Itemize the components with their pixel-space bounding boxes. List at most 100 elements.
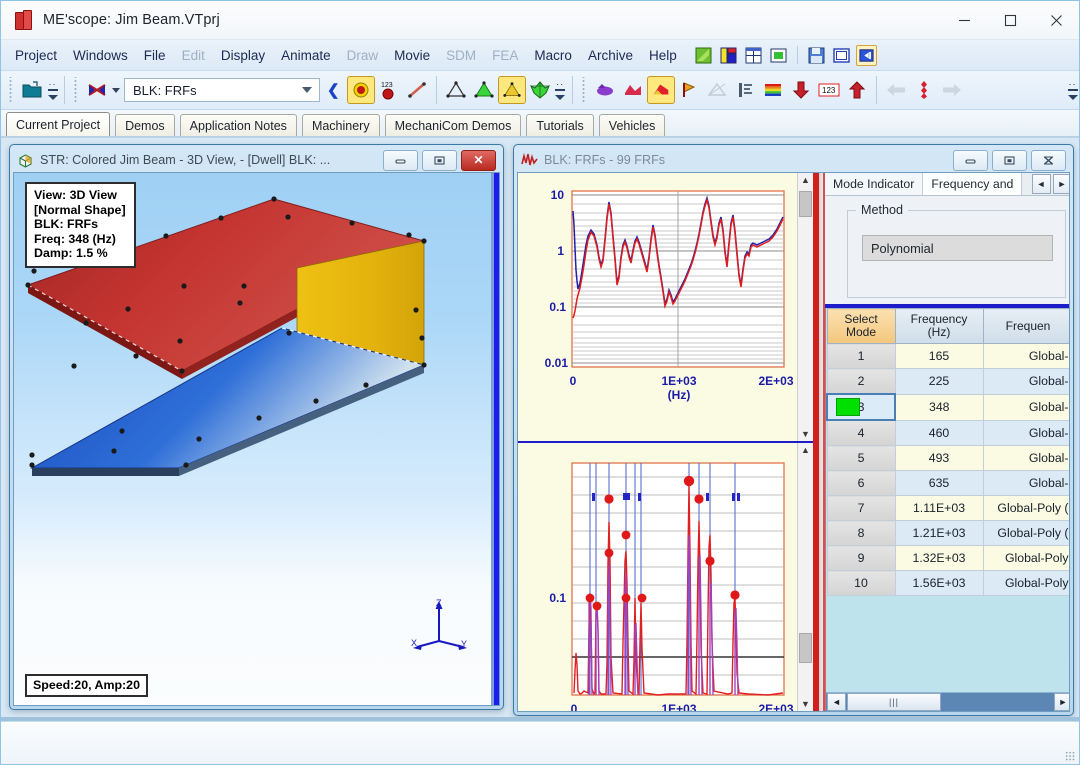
cmif-plot-vscrollbar[interactable]: ▲ ▼ bbox=[797, 443, 813, 711]
table-row[interactable]: 8 1.21E+03 Global-Poly ( bbox=[826, 520, 1069, 546]
hscroll-left-icon[interactable]: ◄ bbox=[827, 693, 846, 711]
method-value-field[interactable]: Polynomial bbox=[862, 235, 1053, 261]
menu-movie[interactable]: Movie bbox=[386, 45, 438, 66]
triangle-yellow-icon[interactable] bbox=[497, 76, 526, 104]
structure-restore-button[interactable] bbox=[422, 149, 457, 171]
cmif-scroll-down-icon[interactable]: ▼ bbox=[801, 697, 810, 711]
tab-current-project[interactable]: Current Project bbox=[6, 112, 111, 136]
toolbar-overflow-2[interactable]: ․․ bbox=[554, 75, 567, 105]
up-arrow-icon[interactable] bbox=[843, 76, 871, 104]
toolbar-grip-3[interactable] bbox=[580, 77, 588, 103]
dock-left-icon[interactable] bbox=[855, 44, 877, 66]
tab-next-icon[interactable]: ► bbox=[1052, 174, 1069, 194]
cell-mode[interactable]: 4 bbox=[826, 419, 896, 446]
tab-demos[interactable]: Demos bbox=[115, 114, 175, 136]
line-segment-icon[interactable] bbox=[403, 76, 431, 104]
table-row[interactable]: 2 225 Global- bbox=[826, 368, 1069, 395]
mesh-star-icon[interactable] bbox=[526, 76, 554, 104]
frf-scroll-down-icon[interactable]: ▼ bbox=[801, 427, 810, 441]
tab-application-notes[interactable]: Application Notes bbox=[179, 114, 297, 136]
structure-dropdown-arrow[interactable] bbox=[112, 87, 120, 93]
cell-mode[interactable]: 2 bbox=[826, 368, 896, 395]
triangle-outline-icon[interactable] bbox=[442, 76, 470, 104]
cmif-scroll-thumb[interactable] bbox=[799, 633, 812, 663]
red-shape-icon[interactable] bbox=[619, 76, 647, 104]
menu-project[interactable]: Project bbox=[7, 45, 65, 66]
structure-close-button[interactable]: ✕ bbox=[461, 149, 496, 171]
triangle-green-icon[interactable] bbox=[470, 76, 498, 104]
menu-file[interactable]: File bbox=[136, 45, 174, 66]
table-row[interactable]: 6 635 Global- bbox=[826, 470, 1069, 496]
tile-windows-icon[interactable] bbox=[743, 45, 764, 66]
chevron-down-icon[interactable] bbox=[302, 87, 312, 93]
numbered-points-icon[interactable]: 123 bbox=[375, 76, 403, 104]
table-row-selected[interactable]: 3 348 Global- bbox=[826, 393, 1069, 421]
table-row[interactable]: 1 165 Global- bbox=[826, 343, 1069, 369]
cell-mode-selected[interactable]: 3 bbox=[826, 393, 896, 421]
open-folder-icon[interactable] bbox=[18, 76, 46, 104]
tab-mode-indicator[interactable]: Mode Indicator bbox=[825, 173, 924, 195]
table-row[interactable]: 10 1.56E+03 Global-Poly bbox=[826, 570, 1069, 596]
toolbar-overflow-3[interactable]: ․․ bbox=[1066, 75, 1079, 105]
menu-archive[interactable]: Archive bbox=[580, 45, 641, 66]
blk-restore-button[interactable] bbox=[992, 149, 1027, 171]
structure-minimize-button[interactable] bbox=[383, 149, 418, 171]
orange-flag-icon[interactable] bbox=[675, 76, 703, 104]
maximize-button[interactable] bbox=[987, 2, 1033, 39]
block-selector-combo[interactable]: BLK: FRFs bbox=[124, 78, 320, 102]
frf-scroll-thumb[interactable] bbox=[799, 191, 812, 217]
cmif-scroll-up-icon[interactable]: ▲ bbox=[801, 443, 810, 457]
cell-mode[interactable]: 5 bbox=[826, 445, 896, 471]
cell-mode[interactable]: 1 bbox=[826, 343, 896, 369]
tab-frequency-and[interactable]: Frequency and bbox=[923, 173, 1023, 195]
tab-tutorials[interactable]: Tutorials bbox=[526, 114, 594, 136]
blue-window-icon[interactable] bbox=[831, 45, 852, 66]
menu-display[interactable]: Display bbox=[213, 45, 273, 66]
blk-minimize-button[interactable] bbox=[953, 149, 988, 171]
modes-table-hscrollbar[interactable]: ◄ ||| ► bbox=[826, 692, 1069, 711]
header-frequency-third[interactable]: Frequen bbox=[982, 308, 1069, 344]
red-yellow-shape-icon[interactable] bbox=[646, 76, 675, 104]
table-row[interactable]: 5 493 Global- bbox=[826, 445, 1069, 471]
list-lines-icon[interactable] bbox=[731, 76, 759, 104]
header-select-mode[interactable]: Frequency SelectMode bbox=[826, 308, 896, 344]
down-arrow-icon[interactable] bbox=[787, 76, 815, 104]
toolbar-grip-2[interactable] bbox=[73, 77, 80, 103]
frf-overlay-plot[interactable]: Log Magnitude (g)/(lbf) M#1 ... bbox=[518, 173, 813, 443]
close-button[interactable] bbox=[1033, 2, 1079, 39]
menu-macro[interactable]: Macro bbox=[526, 45, 580, 66]
numeric-123-icon[interactable]: 123 bbox=[815, 76, 843, 104]
tab-machinery[interactable]: Machinery bbox=[301, 114, 380, 136]
tab-prev-icon[interactable]: ◄ bbox=[1031, 174, 1051, 194]
menu-windows[interactable]: Windows bbox=[65, 45, 136, 66]
3d-viewport[interactable]: View: 3D View [Normal Shape] BLK: FRFs F… bbox=[14, 173, 499, 705]
window-resize-grip[interactable] bbox=[1065, 751, 1075, 761]
toolbar-overflow-1[interactable]: ․․ bbox=[46, 75, 59, 105]
purple-shape-icon[interactable] bbox=[591, 76, 619, 104]
cell-mode[interactable]: 6 bbox=[826, 470, 896, 496]
cell-mode[interactable]: 7 bbox=[826, 495, 896, 521]
blk-close-button[interactable] bbox=[1031, 149, 1066, 171]
hscroll-right-icon[interactable]: ► bbox=[1053, 693, 1069, 711]
table-row[interactable]: 4 460 Global- bbox=[826, 419, 1069, 446]
previous-button[interactable]: ❮ bbox=[320, 81, 347, 99]
minimize-button[interactable] bbox=[941, 2, 987, 39]
hscroll-thumb[interactable]: ||| bbox=[847, 693, 941, 711]
frf-plot-vscrollbar[interactable]: ▲ ▼ bbox=[797, 173, 813, 441]
tab-vehicles[interactable]: Vehicles bbox=[598, 114, 666, 136]
toolbar-grip[interactable] bbox=[8, 77, 15, 103]
save-layout-icon[interactable] bbox=[806, 45, 827, 66]
green-sheet-icon[interactable] bbox=[693, 45, 714, 66]
header-frequency[interactable]: Frequency (Hz) bbox=[894, 308, 984, 344]
green-screen-icon[interactable] bbox=[768, 45, 789, 66]
bowtie-structure-icon[interactable] bbox=[83, 76, 111, 104]
red-diamonds-icon[interactable] bbox=[910, 76, 938, 104]
cell-mode[interactable]: 9 bbox=[826, 545, 896, 571]
cell-mode[interactable]: 10 bbox=[826, 570, 896, 596]
cmif-plot[interactable]: Log Magnitude CMIF Using I... bbox=[518, 443, 813, 711]
frf-scroll-up-icon[interactable]: ▲ bbox=[801, 173, 810, 187]
menu-animate[interactable]: Animate bbox=[273, 45, 339, 66]
point-marker-icon[interactable] bbox=[346, 76, 375, 104]
tab-mechanicom-demos[interactable]: MechaniCom Demos bbox=[384, 114, 522, 136]
table-row[interactable]: 7 1.11E+03 Global-Poly ( bbox=[826, 495, 1069, 521]
